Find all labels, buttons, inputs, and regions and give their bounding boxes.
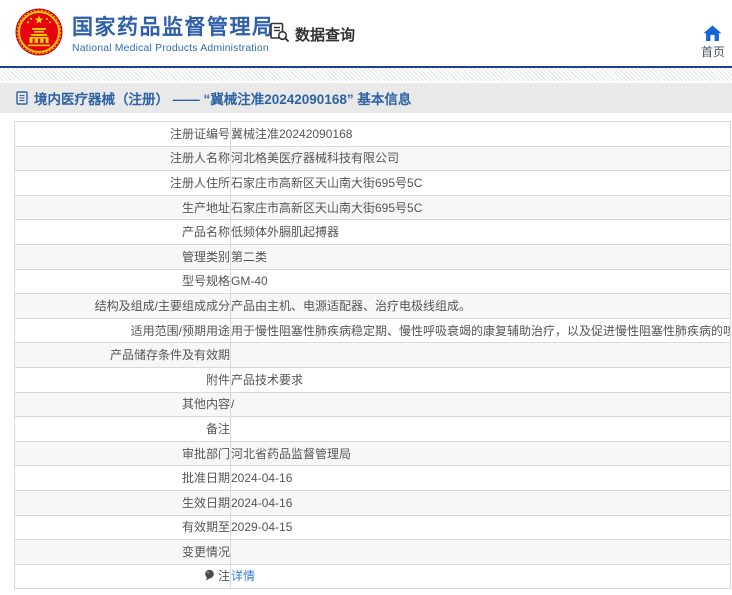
row-label: 备注 xyxy=(14,416,231,442)
row-value xyxy=(230,416,731,442)
table-row: 其他内容 / xyxy=(14,391,731,418)
document-search-icon xyxy=(268,21,290,47)
row-label: 其他内容 xyxy=(14,391,231,418)
row-value: 产品由主机、电源适配器、治疗电极线组成。 xyxy=(230,293,731,319)
row-value: GM-40 xyxy=(230,268,731,295)
row-value: 2029-04-15 xyxy=(230,514,731,541)
row-value: 石家庄市高新区天山南大街695号5C xyxy=(230,194,731,221)
table-row: 注册人名称 河北格美医疗器械科技有限公司 xyxy=(14,145,731,172)
row-value xyxy=(230,342,731,368)
nmpa-logo[interactable]: 国家药品监督管理局 National Medical Products Admi… xyxy=(15,8,275,61)
document-icon xyxy=(16,91,28,105)
china-national-emblem-icon xyxy=(15,8,63,61)
row-label: 有效期至 xyxy=(14,514,231,541)
data-query-nav[interactable]: 数据查询 xyxy=(268,21,355,47)
table-row: 型号规格 GM-40 xyxy=(14,268,731,295)
row-label: 变更情况 xyxy=(14,539,231,565)
note-icon xyxy=(204,569,215,583)
table-row: 生效日期 2024-04-16 xyxy=(14,489,731,516)
home-nav[interactable]: 首页 xyxy=(701,25,725,58)
row-label: 审批部门 xyxy=(14,440,231,467)
table-row: 附件 产品技术要求 xyxy=(14,366,731,393)
row-value: 2024-04-16 xyxy=(230,489,731,516)
row-label: 生效日期 xyxy=(14,489,231,516)
breadcrumb-text: 境内医疗器械（注册） —— “冀械注准20242090168” 基本信息 xyxy=(34,92,412,107)
row-value: 河北格美医疗器械科技有限公司 xyxy=(230,145,731,172)
home-label: 首页 xyxy=(700,45,725,59)
row-label: 注 xyxy=(14,563,231,590)
detail-table: 注册证编号 冀械注准20242090168 注册人名称 河北格美医疗器械科技有限公司注… xyxy=(14,121,731,590)
table-row: 注册证编号 冀械注准20242090168 xyxy=(14,121,731,147)
site-title: 国家药品监督管理局 xyxy=(72,15,275,39)
row-value: 第二类 xyxy=(230,243,731,270)
row-value: 低频体外膈肌起搏器 xyxy=(230,219,731,245)
row-value: 2024-04-16 xyxy=(230,465,731,491)
breadcrumb: 境内医疗器械（注册） —— “冀械注准20242090168” 基本信息 xyxy=(0,83,732,113)
table-row: 批准日期 2024-04-16 xyxy=(14,465,731,491)
row-label: 管理类别 xyxy=(14,243,231,270)
table-row: 注详情 xyxy=(14,563,731,590)
table-row: 适用范围/预期用途 用于慢性阻塞性肺疾病稳定期、慢性呼吸衰竭的康复辅助治疗，以及促… xyxy=(14,317,731,344)
row-value: 用于慢性阻塞性肺疾病稳定期、慢性呼吸衰竭的康复辅助治疗，以及促进慢性阻塞性肺疾病… xyxy=(230,317,731,344)
row-value: / xyxy=(230,391,731,418)
row-label: 附件 xyxy=(14,366,231,393)
row-label: 结构及组成/主要组成成分 xyxy=(14,293,231,319)
row-label: 产品名称 xyxy=(14,219,231,245)
row-value: 冀械注准20242090168 xyxy=(230,121,731,147)
table-row: 管理类别 第二类 xyxy=(14,243,731,270)
table-row: 变更情况 xyxy=(14,539,731,565)
table-row: 产品储存条件及有效期 xyxy=(14,342,731,368)
row-value xyxy=(230,539,731,565)
data-query-label: 数据查询 xyxy=(295,26,356,44)
row-value: 河北省药品监督管理局 xyxy=(230,440,731,467)
logo-text: 国家药品监督管理局 National Medical Products Admi… xyxy=(72,15,275,54)
table-row: 产品名称 低频体外膈肌起搏器 xyxy=(14,219,731,245)
row-value: 石家庄市高新区天山南大街695号5C xyxy=(230,170,731,196)
table-row: 生产地址 石家庄市高新区天山南大街695号5C xyxy=(14,194,731,221)
table-row: 审批部门 河北省药品监督管理局 xyxy=(14,440,731,467)
row-label: 批准日期 xyxy=(14,465,231,491)
row-label: 产品储存条件及有效期 xyxy=(14,342,231,368)
table-row: 备注 xyxy=(14,416,731,442)
table-row: 结构及组成/主要组成成分 产品由主机、电源适配器、治疗电极线组成。 xyxy=(14,293,731,319)
row-label: 型号规格 xyxy=(14,268,231,295)
site-subtitle: National Medical Products Administration xyxy=(72,43,269,55)
detail-link[interactable]: 详情 xyxy=(232,569,256,583)
row-label: 注册人住所 xyxy=(14,170,231,196)
row-value: 产品技术要求 xyxy=(230,366,731,393)
row-value: 详情 xyxy=(230,563,731,590)
site-header: 国家药品监督管理局 National Medical Products Admi… xyxy=(0,0,732,66)
table-row: 注册人住所 石家庄市高新区天山南大街695号5C xyxy=(14,170,731,196)
row-label: 注册证编号 xyxy=(14,121,231,147)
hatch-band xyxy=(0,68,732,81)
detail-table-wrap: 注册证编号 冀械注准20242090168 注册人名称 河北格美医疗器械科技有限公司注… xyxy=(14,121,732,590)
table-row: 有效期至 2029-04-15 xyxy=(14,514,731,541)
row-label: 注册人名称 xyxy=(14,145,231,172)
row-label: 生产地址 xyxy=(14,194,231,221)
row-label: 适用范围/预期用途 xyxy=(14,317,231,344)
home-icon xyxy=(703,25,722,44)
